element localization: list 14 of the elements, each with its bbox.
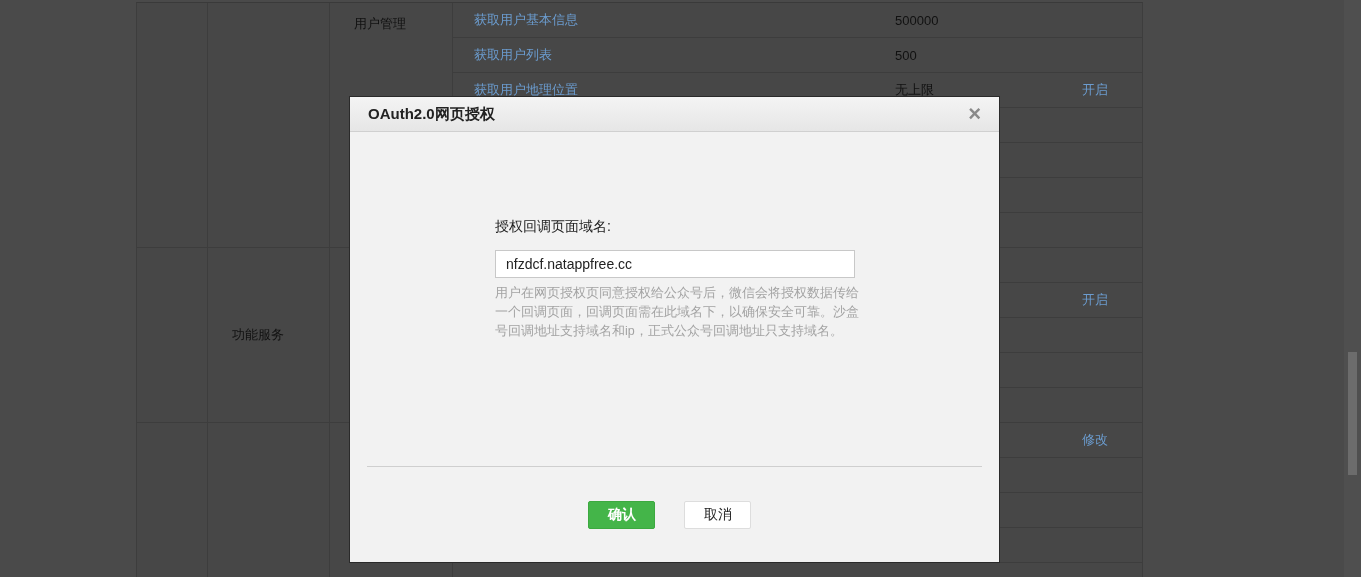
field-label: 授权回调页面域名: <box>495 218 612 236</box>
api-link[interactable]: 获取用户地理位置 <box>474 82 578 97</box>
action-link[interactable]: 修改 <box>1082 432 1108 447</box>
scrollbar-thumb[interactable] <box>1348 352 1357 475</box>
cancel-button[interactable]: 取消 <box>684 500 751 529</box>
action-link[interactable]: 开启 <box>1082 82 1108 97</box>
api-link[interactable]: 获取用户基本信息 <box>474 12 578 27</box>
close-button[interactable]: × <box>968 103 981 125</box>
action-link[interactable]: 开启 <box>1082 292 1108 307</box>
confirm-button[interactable]: 确认 <box>588 500 655 529</box>
api-link[interactable]: 获取用户列表 <box>474 47 552 62</box>
domain-input[interactable]: nfzdcf.natappfree.cc <box>495 250 855 278</box>
dialog-title: OAuth2.0网页授权 <box>368 104 495 124</box>
scrollbar[interactable] <box>1344 0 1361 577</box>
